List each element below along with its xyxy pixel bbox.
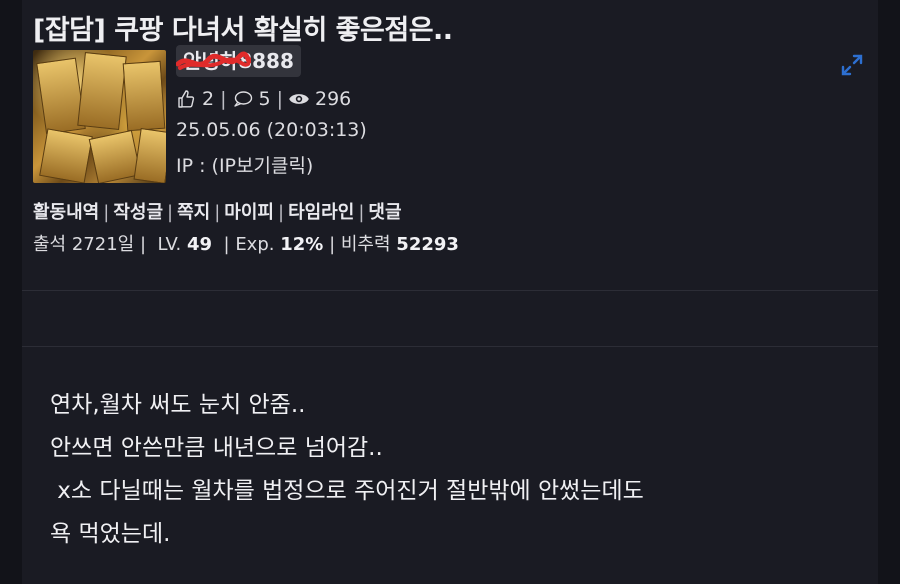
view-count: 296 — [315, 88, 352, 110]
author-avatar[interactable] — [33, 50, 166, 183]
link-timeline[interactable]: 타임라인 — [288, 202, 354, 223]
link-comments[interactable]: 댓글 — [368, 202, 401, 223]
comment-count: 5 — [258, 88, 271, 110]
exp-label: Exp. — [235, 234, 275, 255]
content-line: x소 다닐때는 월차를 법정으로 주어진거 절반밖에 안썼는데도 — [50, 478, 644, 504]
divider — [22, 290, 878, 291]
info-separator: | — [329, 234, 336, 255]
exp-value: 12% — [280, 234, 324, 255]
link-posts[interactable]: 작성글 — [113, 202, 163, 223]
link-separator: | — [277, 202, 285, 223]
level-value: 49 — [186, 234, 213, 255]
link-message[interactable]: 쪽지 — [177, 202, 210, 223]
fly-label: 비추력 — [340, 234, 391, 255]
link-separator: | — [214, 202, 221, 223]
ip-view-link[interactable]: IP : (IP보기클릭) — [176, 151, 313, 178]
comment-icon[interactable] — [233, 89, 253, 109]
eye-icon — [289, 94, 309, 104]
thumbs-up-icon[interactable] — [176, 89, 196, 109]
link-separator: | — [358, 202, 365, 223]
info-separator: | — [217, 234, 230, 255]
content-line: 안쓰면 안쓴만큼 내년으로 넘어감.. — [50, 435, 383, 461]
user-menu-links: 활동내역 | 작성글 | 쪽지 | 마이피 | 타임라인 | 댓글 — [33, 198, 402, 224]
post-datetime: 25.05.06 (20:03:13) — [176, 119, 367, 141]
link-separator: | — [103, 202, 110, 223]
attendance: 출석 2721일 — [33, 234, 135, 255]
divider — [22, 346, 878, 347]
post-stats: 2 | 5 | 296 — [176, 88, 351, 110]
redaction-scribble — [176, 51, 251, 70]
like-count: 2 — [202, 88, 215, 110]
stats-separator: | — [276, 88, 283, 110]
stats-separator: | — [220, 88, 227, 110]
post-title: [잡담] 쿠팡 다녀서 확실히 좋은점은.. — [33, 15, 453, 46]
expand-icon[interactable] — [841, 54, 863, 76]
level-label: LV. — [157, 234, 182, 255]
link-mypi[interactable]: 마이피 — [224, 202, 274, 223]
link-separator: | — [167, 202, 174, 223]
fly-value: 52293 — [396, 234, 459, 255]
content-line: 연차,월차 써도 눈치 안줌.. — [50, 392, 306, 418]
content-line: 욕 먹었는데. — [50, 521, 171, 547]
link-activity[interactable]: 활동내역 — [33, 202, 99, 223]
user-info: 출석 2721일 | LV. 49 | Exp. 12% | 비추력 52293 — [33, 230, 459, 256]
post-content: 연차,월차 써도 눈치 안줌.. 안쓰면 안쓴만큼 내년으로 넘어감.. x소 다… — [50, 384, 644, 556]
info-separator: | — [139, 234, 152, 255]
